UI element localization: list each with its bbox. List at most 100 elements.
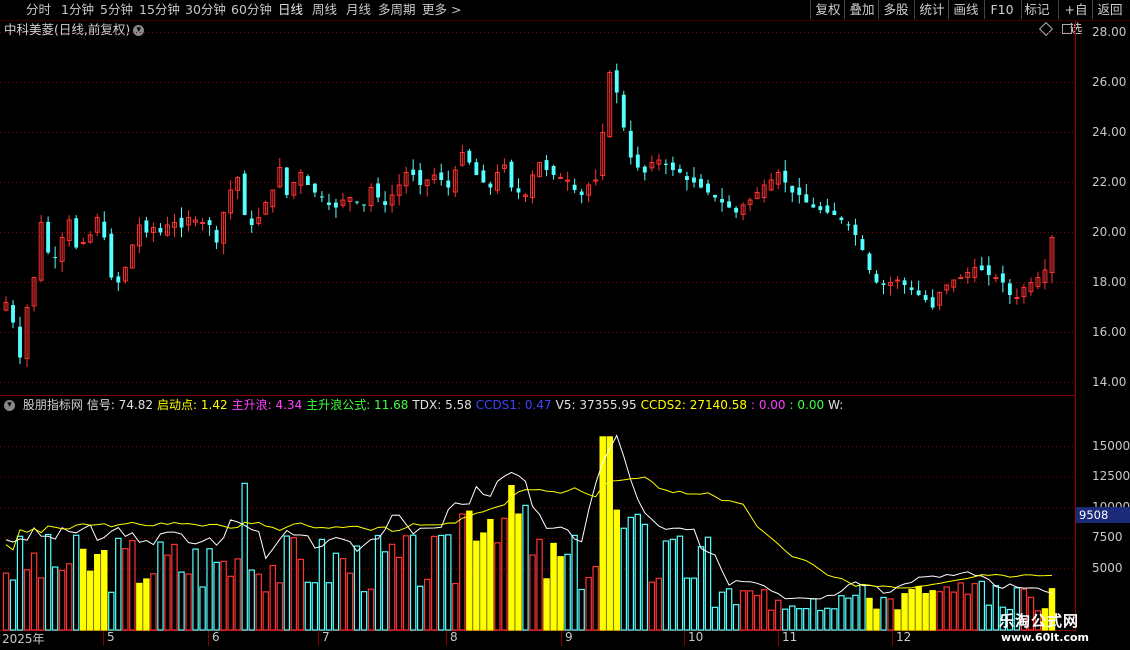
volume-bar [262,591,269,631]
candle-body [790,185,795,193]
candle-body [516,188,521,193]
volume-bar [430,535,438,631]
candle-body [635,154,640,168]
volume-bar [94,553,101,631]
volume-bar [409,534,417,631]
volume-bar [30,552,38,631]
volume-bar [753,594,761,631]
volume-bar [304,581,312,631]
volume-bar [585,576,592,631]
volume-bar [360,591,368,631]
candle-body [572,184,577,190]
candle-body [467,150,472,163]
volume-bar [241,482,248,631]
price-tick-label: 18.00 [1092,274,1127,289]
volume-bar [782,608,789,631]
volume-bar [178,571,185,631]
volume-bar [115,537,122,631]
candle-body [909,287,914,290]
candle-body [797,187,802,195]
volume-bar [494,542,501,631]
volume-bar [213,561,220,631]
volume-bar [760,589,768,631]
volume-bar [803,607,810,631]
volume-bar [529,554,536,631]
candle-body [804,194,809,203]
candle-body [446,180,451,188]
price-tick-label: 14.00 [1092,374,1127,389]
volume-bar [887,598,894,631]
candle-body [362,204,366,206]
candle-body [326,202,331,205]
volume-bar [297,558,305,631]
volume-bar [515,513,522,631]
candle-body [242,173,247,215]
candle-body [713,195,717,198]
candle-body [734,207,739,213]
volume-bar [192,548,199,631]
volume-bar [248,569,255,631]
candle-body [579,191,584,195]
candle-body [685,176,689,180]
volume-bar [101,550,108,631]
volume-bar [908,589,915,631]
volume-bar [690,577,698,631]
candle-body [825,205,830,213]
candle-body [411,169,416,175]
candle-body [670,162,675,170]
candle-body [846,224,851,226]
volume-bar [739,590,747,631]
candle-body [902,280,907,285]
volume-bar [374,534,382,631]
candle-body [930,297,935,308]
volume-bar [943,586,950,631]
volume-bar [325,582,333,631]
volume-bar [901,593,908,631]
volume-bar [452,582,459,631]
price-tick-label: 26.00 [1092,74,1127,89]
volume-bar [438,534,445,631]
volume-bar [423,578,431,631]
volume-bar [662,540,670,631]
candle-body [916,290,921,295]
toolbar-button-7[interactable]: 返回 [1092,0,1127,19]
candle-body [1007,283,1012,295]
candle-body [874,273,879,283]
candle-body [853,224,858,235]
volume-bar [311,582,319,631]
volume-bar [480,532,487,631]
volume-bar [255,573,262,631]
volume-bar [894,609,901,631]
candle-body [979,265,984,270]
candle-body [158,227,163,233]
candle-body [642,166,647,173]
candle-body [207,220,212,225]
volume-bar [269,565,276,631]
volume-bar [817,609,824,631]
candle-body [818,206,823,210]
volume-bar [866,597,873,631]
volume-bar [276,582,284,631]
volume-bar [845,597,852,631]
volume-bar [564,553,571,631]
candle-body [474,162,479,175]
candle-body [376,183,380,198]
volume-bar [810,598,817,631]
candle-body [558,177,564,179]
volume-tick-label: 12500 [1092,469,1130,484]
volume-bar [445,534,452,631]
candle-body [727,201,732,208]
watermark-title: 乐淘公式网 [999,612,1080,630]
price-chart[interactable] [0,0,1076,650]
volume-bar [150,573,157,631]
price-tick-label: 16.00 [1092,324,1127,339]
volume-bar [367,588,375,631]
volume-bar [655,577,663,631]
volume-bar [767,609,775,631]
volume-bar [880,596,887,631]
watermark-url: www.60lt.com [1001,631,1090,644]
candle-body [53,256,58,258]
volume-bar [157,541,164,631]
volume-tick-label: 7500 [1092,530,1123,545]
candle-body [614,70,619,93]
